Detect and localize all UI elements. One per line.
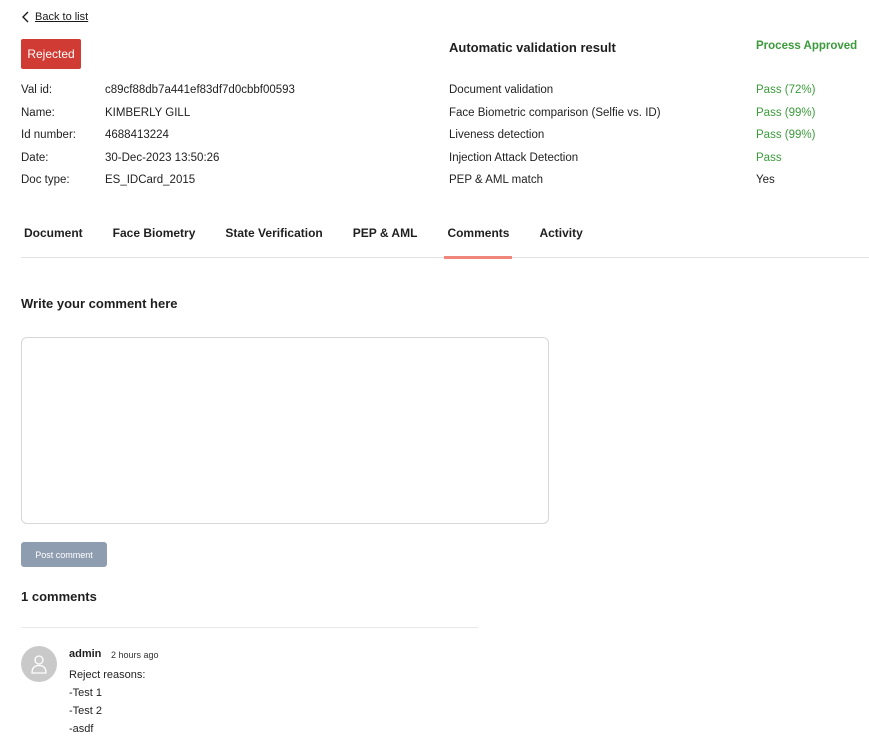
back-to-list-label: Back to list: [35, 11, 89, 23]
check-result: Pass (99%): [756, 129, 816, 142]
back-to-list-link[interactable]: Back to list: [21, 11, 88, 23]
comment-body: Reject reasons: -Test 1 -Test 2 -asdf: [69, 666, 145, 738]
comment-form-title: Write your comment here: [21, 296, 178, 311]
tab-state-verification[interactable]: State Verification: [222, 220, 325, 258]
info-value: KIMBERLY GILL: [105, 106, 191, 119]
info-row: Doc type: ES_IDCard_2015: [21, 169, 295, 192]
post-comment-button[interactable]: Post comment: [21, 542, 107, 567]
comment-line: -asdf: [69, 723, 94, 735]
status-badge: Rejected: [21, 39, 81, 69]
comments-count: 1 comments: [21, 589, 97, 604]
info-label: Id number:: [21, 129, 76, 142]
info-value: c89cf88db7a441ef83df7d0cbbf00593: [105, 84, 295, 97]
tab-face-biometry[interactable]: Face Biometry: [110, 220, 199, 258]
avatar: [21, 646, 57, 682]
user-icon: [31, 655, 47, 674]
check-label: Injection Attack Detection: [449, 151, 579, 164]
comment-timestamp: 2 hours ago: [111, 650, 159, 660]
validation-checks: Document validation Pass (72%) Face Biom…: [449, 79, 869, 192]
info-row: Id number: 4688413224: [21, 124, 295, 147]
auto-validation-title: Automatic validation result: [449, 40, 616, 55]
info-value: ES_IDCard_2015: [105, 174, 196, 187]
info-label: Doc type:: [21, 174, 70, 187]
check-result: Pass (99%): [756, 106, 816, 119]
info-label: Name:: [21, 106, 55, 119]
comment-line: Reject reasons:: [69, 669, 146, 681]
check-row: Document validation Pass (72%): [449, 79, 869, 102]
info-value: 30-Dec-2023 13:50:26: [105, 151, 220, 164]
check-result: Pass (72%): [756, 84, 816, 97]
check-row: PEP & AML match Yes: [449, 169, 869, 192]
check-row: Liveness detection Pass (99%): [449, 124, 869, 147]
comment-line: -Test 2: [69, 705, 103, 717]
info-row: Date: 30-Dec-2023 13:50:26: [21, 147, 295, 170]
tab-comments[interactable]: Comments: [444, 220, 513, 259]
info-label: Date:: [21, 151, 49, 164]
check-row: Face Biometric comparison (Selfie vs. ID…: [449, 102, 869, 125]
info-row: Name: KIMBERLY GILL: [21, 102, 295, 125]
check-label: Liveness detection: [449, 129, 545, 142]
tab-document[interactable]: Document: [21, 220, 86, 258]
info-row: Val id: c89cf88db7a441ef83df7d0cbbf00593: [21, 79, 295, 102]
check-label: PEP & AML match: [449, 174, 543, 187]
check-result: Yes: [756, 174, 775, 187]
tab-pep-aml[interactable]: PEP & AML: [350, 220, 421, 258]
comment-line: -Test 1: [69, 687, 103, 699]
info-value: 4688413224: [105, 129, 169, 142]
comment-author: admin: [69, 648, 102, 660]
check-label: Face Biometric comparison (Selfie vs. ID…: [449, 106, 661, 119]
validation-info: Val id: c89cf88db7a441ef83df7d0cbbf00593…: [21, 79, 295, 192]
auto-validation-status: Process Approved: [756, 40, 858, 52]
comment-textarea[interactable]: [21, 337, 549, 524]
detail-tabs: Document Face Biometry State Verificatio…: [21, 220, 869, 259]
check-label: Document validation: [449, 84, 554, 97]
comments-divider: [21, 627, 478, 628]
chevron-left-icon: [22, 11, 29, 23]
info-label: Val id:: [21, 84, 53, 97]
tab-activity[interactable]: Activity: [536, 220, 585, 258]
check-row: Injection Attack Detection Pass: [449, 147, 869, 170]
check-result: Pass: [756, 151, 782, 164]
